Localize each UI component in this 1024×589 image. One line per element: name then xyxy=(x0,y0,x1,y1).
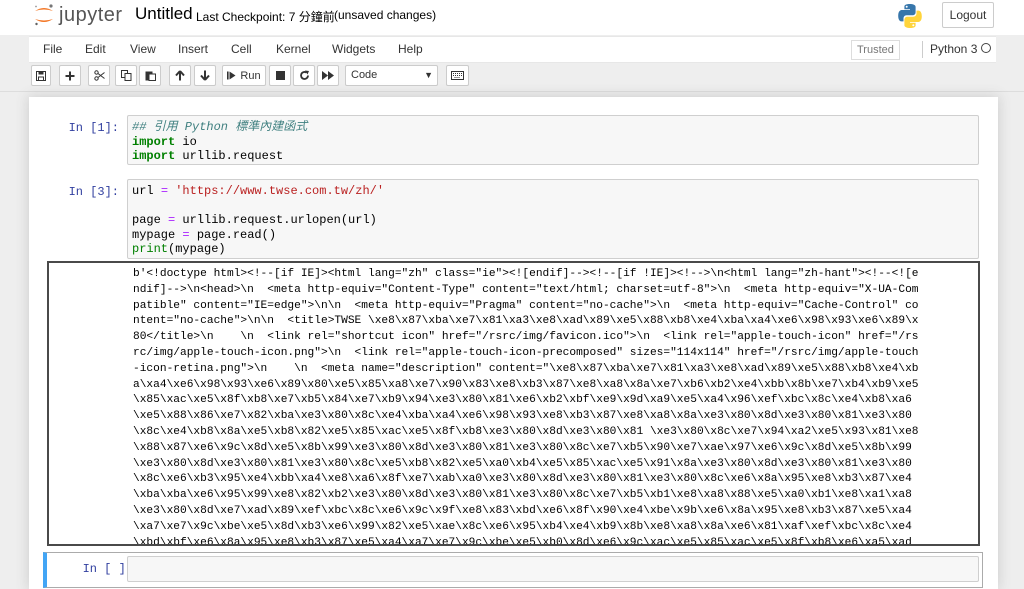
code-cell-input[interactable]: ## 引用 Python 標準內建函式 import io import urlli… xyxy=(127,115,979,165)
code-cell-input[interactable] xyxy=(127,556,979,582)
header-divider xyxy=(0,91,1024,92)
run-button[interactable]: Run xyxy=(222,65,266,86)
menu-insert[interactable]: Insert xyxy=(178,42,208,56)
kernel-name[interactable]: Python 3 xyxy=(930,42,977,56)
code-line: ## 引用 Python 標準內建函式 xyxy=(132,120,308,134)
fast-forward-icon xyxy=(322,71,334,80)
notebook-container: In [1]: ## 引用 Python 標準內建函式 import io impo… xyxy=(29,97,998,589)
cell-prompt: In [1]: xyxy=(68,121,119,135)
menu-file[interactable]: File xyxy=(43,42,62,56)
chevron-down-icon: ▼ xyxy=(424,70,433,80)
arrow-down-icon xyxy=(200,70,210,81)
code-editor: url = 'https://www.twse.com.tw/zh/'​page… xyxy=(132,184,974,257)
floppy-disk-icon xyxy=(36,70,46,81)
cell-prompt: In [ ]: xyxy=(82,562,133,576)
menu-view[interactable]: View xyxy=(130,42,156,56)
copy-button[interactable] xyxy=(115,65,137,86)
code-line: url = 'https://www.twse.com.tw/zh/' xyxy=(132,184,385,198)
menubar: File Edit View Insert Cell Kernel Widget… xyxy=(29,36,996,63)
unsaved-indicator: (unsaved changes) xyxy=(334,8,437,22)
insert-cell-button[interactable] xyxy=(59,65,81,86)
arrow-up-icon xyxy=(175,70,185,81)
restart-button[interactable] xyxy=(293,65,315,86)
interrupt-button[interactable] xyxy=(269,65,291,86)
kernel-divider xyxy=(922,41,923,58)
menu-edit[interactable]: Edit xyxy=(85,42,106,56)
menu-cell[interactable]: Cell xyxy=(231,42,252,56)
plus-icon xyxy=(65,71,75,80)
code-editor: ## 引用 Python 標準內建函式 import io import urlli… xyxy=(132,120,974,164)
jupyter-logo-icon xyxy=(35,4,53,26)
output-text: b'<!doctype html><!--[if IE]><html lang=… xyxy=(133,268,919,546)
command-palette-button[interactable] xyxy=(446,65,469,86)
save-button[interactable] xyxy=(31,65,51,86)
move-up-button[interactable] xyxy=(169,65,191,86)
cut-button[interactable] xyxy=(88,65,110,86)
menu-widgets[interactable]: Widgets xyxy=(332,42,375,56)
move-down-button[interactable] xyxy=(194,65,216,86)
keyboard-icon xyxy=(451,71,464,80)
code-line: import io xyxy=(132,134,197,149)
code-line: mypage = page.read() xyxy=(132,227,277,242)
logout-button[interactable]: Logout xyxy=(942,2,994,28)
jupyter-logo[interactable]: jupyter xyxy=(33,2,123,28)
scissors-icon xyxy=(93,70,105,81)
header: jupyter Untitled Last Checkpoint: 7 分鐘前 … xyxy=(0,0,1024,35)
trusted-indicator[interactable]: Trusted xyxy=(851,40,900,60)
cell-prompt: In [3]: xyxy=(68,185,119,199)
stop-icon xyxy=(275,71,285,80)
code-line: page = urllib.request.urlopen(url) xyxy=(132,213,377,228)
code-line: import urllib.request xyxy=(132,149,284,164)
step-forward-icon xyxy=(227,71,236,80)
python-logo-icon xyxy=(898,4,922,28)
code-cell-input[interactable]: url = 'https://www.twse.com.tw/zh/'​page… xyxy=(127,179,979,259)
selected-cell[interactable]: In [ ]: xyxy=(43,552,983,588)
cell-type-select[interactable]: Code ▼ xyxy=(345,65,438,86)
menu-help[interactable]: Help xyxy=(398,42,423,56)
restart-run-all-button[interactable] xyxy=(317,65,339,86)
run-label: Run xyxy=(240,69,261,82)
toolbar: Run Code ▼ xyxy=(31,65,1001,89)
cell-type-value: Code xyxy=(351,69,378,81)
logo-text: jupyter xyxy=(59,3,123,26)
copy-icon xyxy=(120,70,131,81)
checkpoint-status: Last Checkpoint: 7 分鐘前 xyxy=(196,10,335,24)
code-line: print(mypage) xyxy=(132,242,226,257)
paste-button[interactable] xyxy=(139,65,161,86)
menu-kernel[interactable]: Kernel xyxy=(276,42,311,56)
code-line: ​ xyxy=(132,199,974,214)
output-area[interactable]: b'<!doctype html><!--[if IE]><html lang=… xyxy=(47,261,980,546)
kernel-idle-icon xyxy=(981,43,991,53)
restart-icon xyxy=(299,70,309,80)
paste-icon xyxy=(145,71,156,81)
notebook-title[interactable]: Untitled xyxy=(135,4,193,24)
